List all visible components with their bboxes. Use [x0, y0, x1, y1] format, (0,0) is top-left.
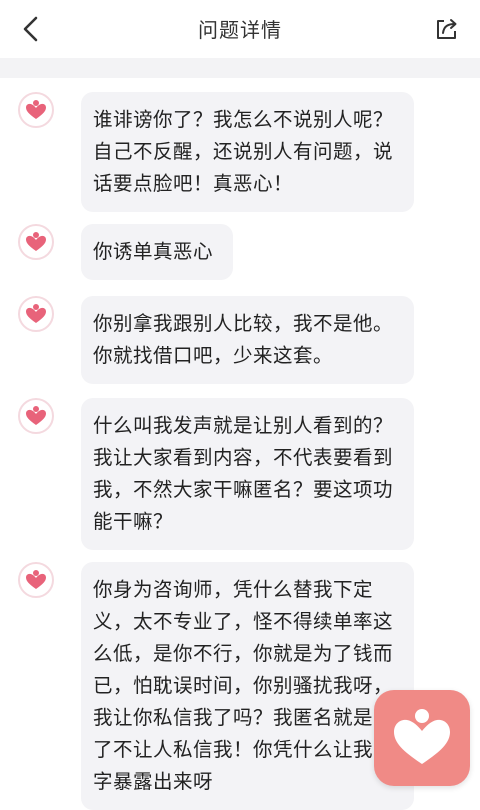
- heart-logo-icon: [26, 304, 46, 323]
- heart-logo-icon: [394, 709, 450, 764]
- avatar[interactable]: [18, 562, 54, 598]
- avatar[interactable]: [18, 224, 54, 260]
- top-bar: 问题详情: [0, 0, 480, 58]
- heart-logo-icon: [26, 406, 46, 425]
- heart-logo-icon: [26, 232, 46, 251]
- avatar[interactable]: [18, 398, 54, 434]
- share-icon: [437, 19, 457, 39]
- message-bubble: 什么叫我发声就是让别人看到的？我让大家看到内容，不代表要看到我，不然大家干嘛匿名…: [81, 398, 414, 550]
- heart-logo-icon: [26, 570, 46, 589]
- message-bubble: 你诱单真恶心: [81, 224, 233, 280]
- message-bubble: 你别拿我跟别人比较，我不是他。你就找借口吧，少来这套。: [81, 296, 414, 384]
- avatar[interactable]: [18, 92, 54, 128]
- avatar[interactable]: [18, 296, 54, 332]
- message-bubble: 谁诽谤你了？我怎么不说别人呢？自己不反醒，还说别人有问题，说话要点脸吧！真恶心！: [81, 92, 414, 212]
- heart-logo-icon: [26, 100, 46, 119]
- share-button[interactable]: [430, 12, 464, 46]
- header-divider: [0, 58, 480, 78]
- floating-app-button[interactable]: [374, 690, 470, 786]
- page-title: 问题详情: [198, 18, 282, 42]
- message-bubble: 你身为咨询师，凭什么替我下定义，太不专业了，怪不得续单率这么低，是你不行，你就是…: [81, 562, 414, 810]
